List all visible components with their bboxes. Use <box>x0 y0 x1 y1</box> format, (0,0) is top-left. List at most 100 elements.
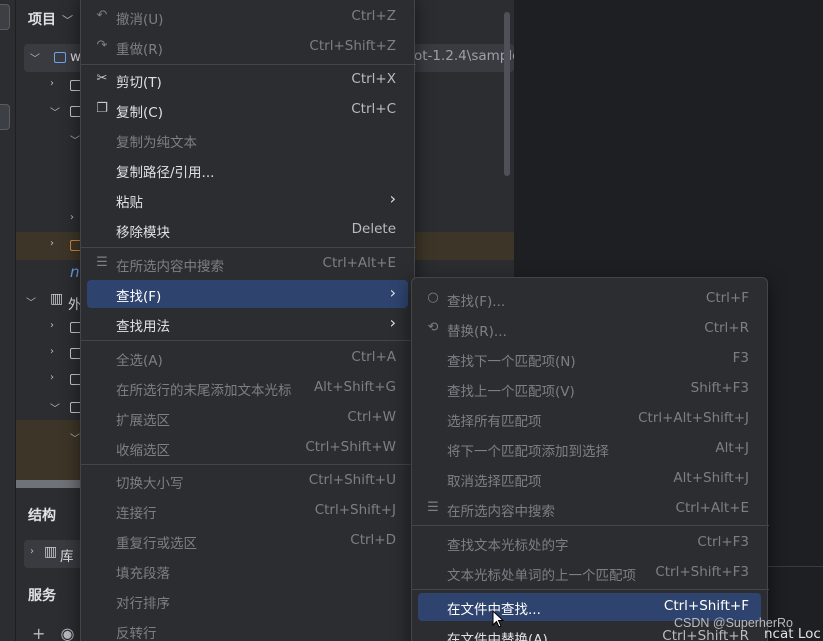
horizontal-scrollbar[interactable] <box>16 480 82 488</box>
menu-item[interactable]: 切换大小写 Ctrl+Shift+U <box>87 467 408 495</box>
menu-item[interactable]: 全选(A) Ctrl+A <box>87 344 408 372</box>
menu-item[interactable]: ☰ 在所选内容中搜索 Ctrl+Alt+E <box>418 495 761 523</box>
structure-title: 结构 <box>28 508 56 524</box>
menu-item[interactable]: 在所选行的末尾添加文本光标 Alt+Shift+G <box>87 374 408 402</box>
menu-item[interactable]: 查找(F) › <box>87 280 408 308</box>
menu-item-label: 查找下一个匹配项(N) <box>447 354 576 370</box>
search-in-selection-icon: ☰ <box>96 255 108 270</box>
structure-row[interactable]: › ▥ 库 <box>24 540 84 568</box>
menu-item-shortcut: Shift+F3 <box>690 380 749 396</box>
chevron-right-icon: › <box>50 372 54 383</box>
chevron-right-icon: › <box>50 78 54 89</box>
add-icon[interactable]: + <box>32 624 45 641</box>
menu-item-label: 复制路径/引用... <box>116 165 215 181</box>
project-tool-button[interactable] <box>0 4 10 30</box>
chevron-right-icon: › <box>50 320 54 331</box>
services-toolbar: + ◉ <box>32 624 74 641</box>
menu-item-label: 取消选择匹配项 <box>447 474 542 490</box>
menu-item[interactable]: 复制路径/引用... <box>87 156 408 184</box>
menu-item-shortcut: Ctrl+Shift+W <box>305 439 396 455</box>
menu-separator <box>81 64 416 65</box>
menu-item[interactable]: 取消选择匹配项 Alt+Shift+J <box>418 465 761 493</box>
chevron-right-icon: › <box>389 189 396 208</box>
chevron-right-icon: › <box>70 212 74 223</box>
chevron-right-icon: › <box>50 238 54 249</box>
panel-title[interactable]: 项目 ﹀ <box>28 9 73 29</box>
menu-separator <box>412 525 769 526</box>
module-folder-icon <box>54 52 66 63</box>
menu-item-label: 填充段落 <box>116 566 170 582</box>
file-label: n <box>70 263 80 281</box>
menu-item-label: 将下一个匹配项添加到选择 <box>447 444 609 460</box>
chevron-down-icon: ﹀ <box>70 434 80 445</box>
highlighted-row: ﹀ <box>16 420 82 482</box>
chevron-down-icon: ﹀ <box>26 298 36 309</box>
menu-item-label: 切换大小写 <box>116 476 184 492</box>
services-title: 服务 <box>28 588 56 604</box>
menu-item[interactable]: ☰ 在所选内容中搜索 Ctrl+Alt+E <box>87 250 408 278</box>
menu-item[interactable]: 填充段落 <box>87 557 408 585</box>
menu-item-shortcut: Ctrl+Shift+Z <box>309 38 396 54</box>
chevron-right-icon: › <box>389 283 396 302</box>
menu-item-label: 全选(A) <box>116 353 163 369</box>
menu-item-shortcut: Ctrl+R <box>704 320 749 336</box>
menu-item-label: 文本光标处单词的上一个匹配项 <box>447 568 636 584</box>
menu-item[interactable]: ↷ 重做(R) Ctrl+Shift+Z <box>87 33 408 61</box>
menu-item[interactable]: 对行排序 <box>87 587 408 615</box>
menu-item[interactable]: 文本光标处单词的上一个匹配项 Ctrl+Shift+F3 <box>418 559 761 587</box>
menu-item[interactable]: 查找用法 › <box>87 310 408 338</box>
menu-item-label: 查找用法 <box>116 319 170 335</box>
menu-item-shortcut: Ctrl+W <box>347 409 396 425</box>
menu-item-shortcut: Ctrl+D <box>350 532 396 548</box>
menu-item[interactable]: 连接行 Ctrl+Shift+J <box>87 497 408 525</box>
menu-item-shortcut: Ctrl+F3 <box>697 534 749 550</box>
scissors-icon: ✂ <box>96 71 108 86</box>
menu-item-label: 复制(C) <box>116 105 163 121</box>
menu-item[interactable]: 查找上一个匹配项(V) Shift+F3 <box>418 375 761 403</box>
menu-item-label: 移除模块 <box>116 225 170 241</box>
search-icon: ○ <box>427 290 439 305</box>
menu-item[interactable]: 反转行 <box>87 617 408 641</box>
replace-icon: ⟲ <box>427 320 439 335</box>
chevron-right-icon: › <box>50 346 54 357</box>
menu-item[interactable]: 粘贴 › <box>87 186 408 214</box>
menu-item-shortcut: Ctrl+Z <box>351 8 396 24</box>
menu-item-label: 收缩选区 <box>116 443 170 459</box>
chevron-down-icon: ﹀ <box>62 14 73 27</box>
menu-item[interactable]: 重复行或选区 Ctrl+D <box>87 527 408 555</box>
tool-window-button[interactable] <box>0 104 10 130</box>
menu-item[interactable]: ↶ 撤消(U) Ctrl+Z <box>87 3 408 31</box>
menu-item-label: 反转行 <box>116 626 157 641</box>
menu-item-shortcut: Alt+Shift+J <box>673 470 749 486</box>
tomcat-label: ncat Loc <box>764 626 821 641</box>
menu-item-label: 对行排序 <box>116 596 170 612</box>
menu-item[interactable]: 移除模块 Delete <box>87 216 408 244</box>
menu-item[interactable]: 选择所有匹配项 Ctrl+Alt+Shift+J <box>418 405 761 433</box>
menu-item-shortcut: Ctrl+Shift+J <box>314 502 396 518</box>
menu-item[interactable]: ○ 查找(F)... Ctrl+F <box>418 285 761 313</box>
menu-item[interactable]: 扩展选区 Ctrl+W <box>87 404 408 432</box>
chevron-down-icon: ﹀ <box>70 136 80 147</box>
vertical-scrollbar[interactable] <box>504 12 510 176</box>
context-menu: ↶ 撤消(U) Ctrl+Z ↷ 重做(R) Ctrl+Shift+Z ✂ 剪切(T) Ctrl… <box>80 0 416 641</box>
menu-item-label: 选择所有匹配项 <box>447 414 542 430</box>
menu-item[interactable]: 查找文本光标处的字 Ctrl+F3 <box>418 529 761 557</box>
menu-item[interactable]: 将下一个匹配项添加到选择 Alt+J <box>418 435 761 463</box>
menu-item-label: 复制为纯文本 <box>116 135 197 151</box>
menu-item[interactable]: 复制为纯文本 <box>87 126 408 154</box>
menu-item-label: 剪切(T) <box>116 75 162 91</box>
mouse-cursor-icon <box>492 610 504 628</box>
menu-item-shortcut: Ctrl+Shift+U <box>308 472 396 488</box>
menu-item-shortcut: Ctrl+A <box>351 349 396 365</box>
menu-item[interactable]: ❐ 复制(C) Ctrl+C <box>87 96 408 124</box>
chevron-down-icon: ﹀ <box>30 54 40 65</box>
menu-item[interactable]: ⟲ 替换(R)... Ctrl+R <box>418 315 761 343</box>
eye-icon[interactable]: ◉ <box>61 624 75 641</box>
chevron-right-icon: › <box>30 546 34 557</box>
menu-item-label: 撤消(U) <box>116 12 164 28</box>
menu-item[interactable]: 收缩选区 Ctrl+Shift+W <box>87 434 408 462</box>
menu-item[interactable]: ✂ 剪切(T) Ctrl+X <box>87 66 408 94</box>
menu-item[interactable]: 查找下一个匹配项(N) F3 <box>418 345 761 373</box>
redo-icon: ↷ <box>96 38 108 53</box>
menu-item-label: 查找文本光标处的字 <box>447 538 569 554</box>
